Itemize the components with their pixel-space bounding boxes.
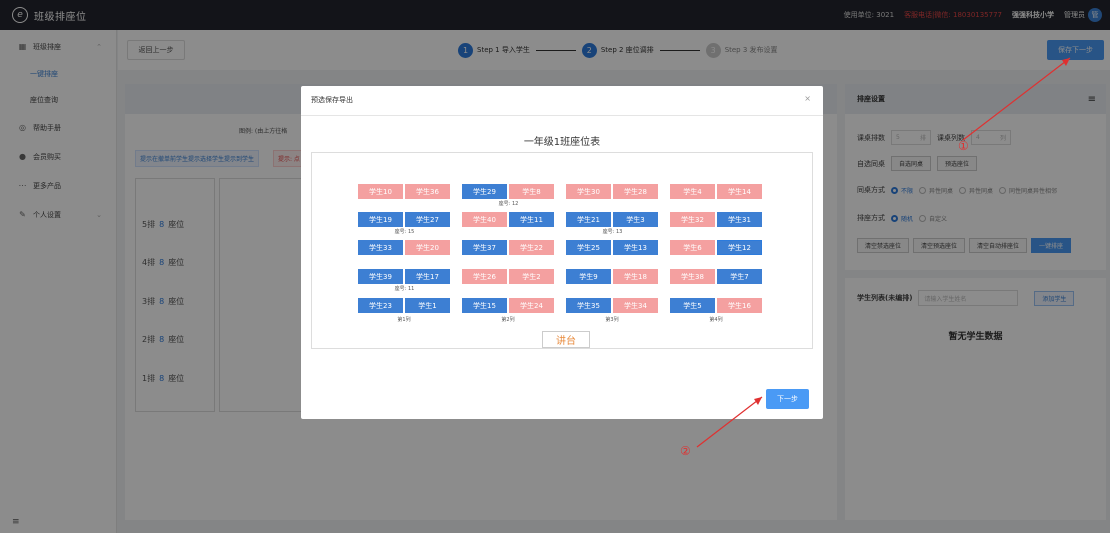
annotation-two: ② — [680, 444, 691, 458]
annotation-one: ① — [958, 139, 969, 153]
annotation-arrows — [696, 57, 1071, 448]
